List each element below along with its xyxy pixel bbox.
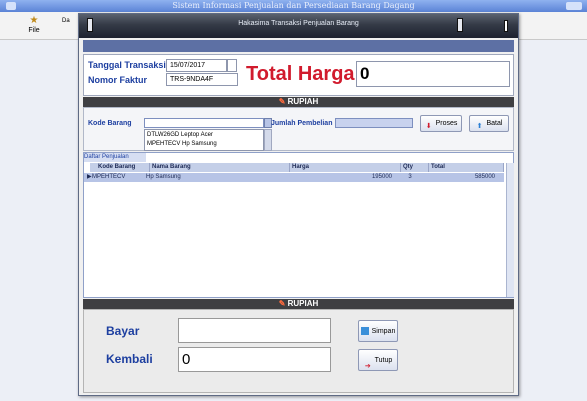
grid-header-row: Kode Barang Nama Barang Harga Qty Total — [90, 163, 504, 172]
window-controls-icon[interactable] — [566, 2, 582, 10]
cell-harga: 195000 — [371, 174, 392, 180]
transaction-header: Tanggal Transaksi 15/07/2017 Nomor Faktu… — [83, 54, 514, 96]
suggestion-item[interactable]: MPEHTECV Hp Samsung — [147, 140, 247, 149]
window-menu-icon[interactable] — [6, 2, 16, 10]
simpan-label: Simpan — [371, 328, 396, 335]
rupiah-section-bar: ✎ RUPIAH — [83, 97, 514, 107]
dialog-minimize-icon[interactable] — [457, 18, 463, 32]
faktur-label: Nomor Faktur — [88, 75, 148, 85]
arrow-down-icon: ⬇ — [425, 123, 432, 131]
transaction-dialog: Hakasima Transaksi Penjualan Barang Tang… — [78, 13, 519, 396]
grid-scrollbar[interactable] — [506, 163, 514, 297]
proses-label: Proses — [435, 120, 458, 127]
column-header-harga[interactable]: Harga — [290, 163, 401, 172]
rupiah-label: RUPIAH — [287, 97, 319, 106]
dialog-header-bar — [83, 40, 514, 52]
grid-tab-daftar-penjualan[interactable]: Daftar Penjualan — [84, 153, 146, 162]
bayar-label: Bayar — [106, 324, 140, 338]
toolbar-item-label: Da — [62, 18, 70, 24]
payment-panel: Bayar Kembali 0 Simpan ➔ Tutup — [83, 309, 514, 393]
pencil-icon: ✎ — [278, 97, 286, 106]
cell-qty: 3 — [408, 174, 412, 180]
column-header-nama[interactable]: Nama Barang — [150, 163, 290, 172]
kode-barang-input[interactable] — [144, 118, 264, 128]
proses-button[interactable]: ⬇ Proses — [420, 115, 462, 132]
batal-label: Batal — [486, 120, 503, 127]
tutup-label: Tutup — [374, 357, 393, 364]
tutup-button[interactable]: ➔ Tutup — [358, 349, 398, 371]
column-header-kode[interactable]: Kode Barang — [96, 163, 150, 172]
file-icon: ★ — [29, 15, 39, 26]
kode-barang-label: Kode Barang — [88, 120, 132, 127]
jumlah-pembelian-label: Jumlah Pembelian — [271, 120, 333, 127]
bayar-input[interactable] — [178, 318, 331, 343]
dialog-title: Hakasima Transaksi Penjualan Barang — [238, 20, 359, 27]
cell-kode: MPEHTECV — [92, 174, 126, 180]
item-entry-form: Kode Barang DTLW26GD Leptop Acer MPEHTEC… — [83, 107, 514, 151]
file-label: File — [28, 27, 40, 34]
dialog-menu-icon[interactable] — [87, 18, 93, 32]
dialog-close-icon[interactable] — [504, 20, 508, 32]
total-harga-value: 0 — [356, 61, 510, 87]
cell-total: 585000 — [474, 174, 495, 180]
sales-grid: Daftar Penjualan Kode Barang Nama Barang… — [83, 152, 514, 298]
faktur-input[interactable]: TRS-9NDA4F — [166, 73, 238, 86]
suggestion-item[interactable]: DTLW26GD Leptop Acer — [147, 131, 247, 140]
app-titlebar: Sistem Informasi Penjualan dan Persediaa… — [0, 0, 587, 12]
app-title: Sistem Informasi Penjualan dan Persediaa… — [172, 1, 415, 10]
kode-suggestion-list: DTLW26GD Leptop Acer MPEHTECV Hp Samsung — [144, 129, 264, 151]
kembali-label: Kembali — [106, 352, 153, 366]
tanggal-label: Tanggal Transaksi — [88, 60, 166, 70]
column-header-total[interactable]: Total — [429, 163, 504, 172]
simpan-button[interactable]: Simpan — [358, 320, 398, 342]
suggestion-scrollbar[interactable] — [264, 129, 272, 151]
batal-button[interactable]: ⬆ Batal — [469, 115, 509, 132]
file-menu-button[interactable]: ★ File — [22, 14, 46, 38]
save-icon — [360, 327, 369, 336]
date-picker-button[interactable] — [227, 59, 237, 72]
tanggal-input[interactable]: 15/07/2017 — [166, 59, 227, 72]
rupiah-payment-bar: ✎ RUPIAH — [83, 299, 514, 309]
table-row[interactable]: ▶ MPEHTECV Hp Samsung 195000 3 585000 — [84, 173, 504, 182]
kembali-input[interactable]: 0 — [178, 347, 331, 372]
exit-icon: ➔ — [364, 363, 371, 371]
total-harga-label: Total Harga — [246, 63, 355, 85]
dialog-titlebar[interactable]: Hakasima Transaksi Penjualan Barang — [79, 14, 518, 38]
arrow-up-icon: ⬆ — [476, 123, 483, 131]
column-header-qty[interactable]: Qty — [401, 163, 429, 172]
rupiah-label: RUPIAH — [287, 299, 319, 308]
cell-nama: Hp Samsung — [146, 174, 181, 180]
jumlah-pembelian-input[interactable] — [335, 118, 413, 128]
pencil-icon: ✎ — [278, 299, 286, 308]
grid-tab-label: Daftar Penjualan — [84, 154, 129, 160]
